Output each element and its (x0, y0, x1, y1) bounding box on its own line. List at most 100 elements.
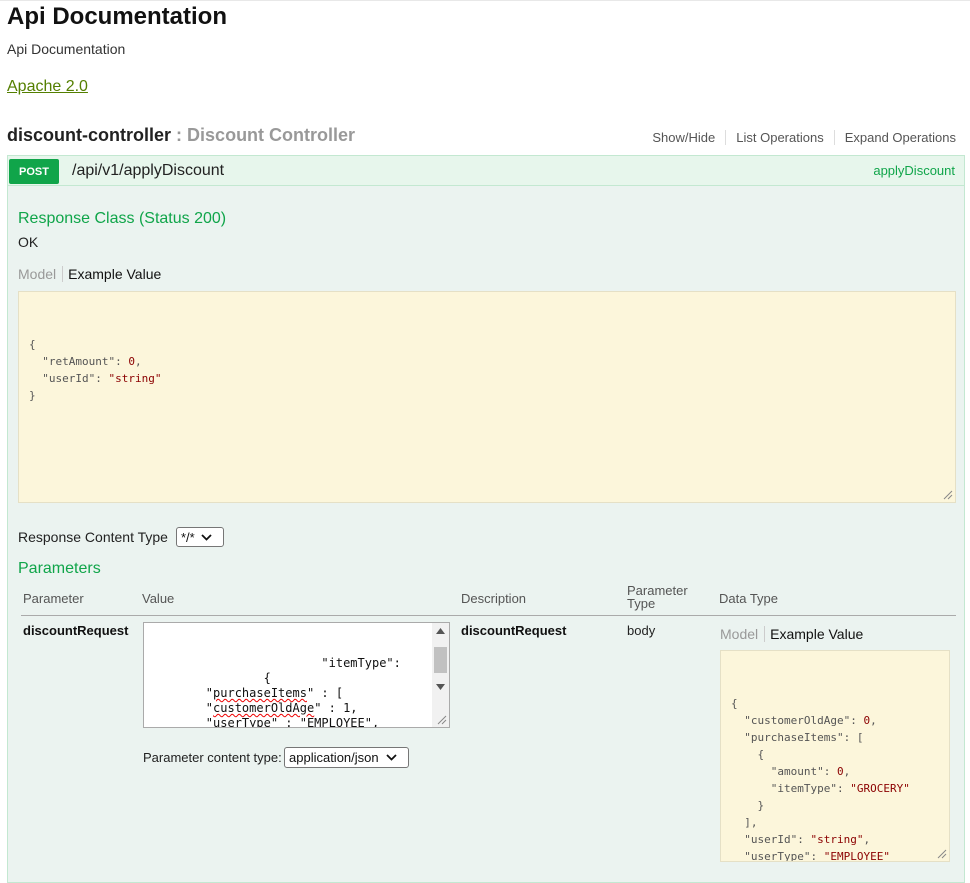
param-example-token: "amount": (731, 765, 837, 778)
response-example-line: } (29, 387, 945, 404)
col-value: Value (142, 591, 175, 606)
page-title: Api Documentation (7, 3, 227, 30)
expand-operations-link[interactable]: Expand Operations (835, 130, 956, 145)
table-divider (21, 615, 956, 616)
operation-heading[interactable]: POST /api/v1/applyDiscount applyDiscount (8, 156, 964, 186)
controller-heading[interactable]: discount-controller : Discount Controlle… (7, 125, 355, 146)
param-example-token: , (870, 714, 877, 727)
param-value-line: { (148, 671, 445, 686)
scroll-up-icon[interactable] (436, 628, 445, 634)
param-value-line: "purchaseItems" : [ (148, 686, 445, 701)
param-value-line: "itemType": (148, 656, 445, 671)
operation-nickname[interactable]: applyDiscount (873, 163, 955, 178)
param-model-tab[interactable]: Model (720, 626, 766, 642)
param-value-textarea[interactable]: "itemType": { "purchaseItems" : [ "custo… (143, 622, 450, 728)
resize-grip-icon[interactable] (937, 849, 947, 859)
show-hide-link[interactable]: Show/Hide (642, 130, 727, 145)
param-example-token: "customerOldAge": (731, 714, 864, 727)
param-example-line: "amount": 0, (731, 763, 939, 780)
param-value-token: userType (213, 716, 271, 728)
param-example-token: { (731, 697, 738, 710)
param-example-token: "EMPLOYEE" (823, 850, 890, 862)
param-example-token: , (843, 765, 851, 778)
response-example-token: , (134, 355, 142, 368)
page-subtitle: Api Documentation (7, 41, 126, 57)
param-value-token: " (148, 716, 214, 728)
param-example-token: , (863, 833, 871, 846)
model-tab[interactable]: Model (18, 266, 64, 282)
param-content-type-value: application/json (289, 750, 379, 765)
response-example-token: "string" (108, 372, 162, 385)
param-example-line: { (731, 746, 939, 763)
col-parameter: Parameter (23, 591, 84, 606)
param-value-line: "customerOldAge" : 1, (148, 701, 445, 716)
param-example-line: } (731, 797, 939, 814)
response-example-token: { (29, 338, 36, 351)
operation-panel: POST /api/v1/applyDiscount applyDiscount… (7, 155, 965, 883)
param-content-type-select[interactable]: application/json (284, 747, 409, 768)
param-type: body (627, 623, 656, 638)
param-example-token: "string" (810, 833, 864, 846)
col-parameter-type: Parameter Type (627, 583, 688, 611)
parameters-heading: Parameters (18, 560, 101, 577)
response-example-line: "retAmount": 0, (29, 353, 945, 370)
scroll-down-icon[interactable] (436, 684, 445, 690)
param-value-line: "userType" : "EMPLOYEE", (148, 716, 445, 728)
chevron-down-icon (201, 533, 212, 541)
param-value-token: customerOldAge (213, 701, 315, 715)
response-content-type-select[interactable]: */* (176, 527, 224, 547)
param-example-token: "userType": (731, 850, 824, 862)
param-value-token: " : 1, (314, 701, 358, 715)
response-content-type-label: Response Content Type (18, 529, 168, 545)
param-value-token: " (148, 701, 214, 715)
param-example-token: 0 (836, 765, 844, 778)
resize-grip-icon[interactable] (943, 490, 953, 500)
param-example-value-tab[interactable]: Example Value (765, 626, 863, 642)
param-example-token: } (731, 799, 765, 812)
param-example-token: ], (731, 816, 758, 829)
response-class-heading: Response Class (Status 200) (18, 210, 227, 227)
param-value-token: purchaseItems (213, 686, 307, 700)
param-description: discountRequest (461, 623, 567, 638)
response-example-token: 0 (128, 355, 135, 368)
list-operations-link[interactable]: List Operations (726, 130, 835, 145)
param-example-line: { (731, 695, 939, 712)
response-example-line: "userId": "string" (29, 370, 945, 387)
param-value-token: "itemType": (148, 656, 401, 670)
param-example-line: "purchaseItems": [ (731, 729, 939, 746)
param-content-type-label: Parameter content type: (143, 750, 282, 765)
controller-actions: Show/Hide List Operations Expand Operati… (642, 130, 956, 145)
http-method-badge[interactable]: POST (9, 159, 59, 184)
scrollbar-thumb[interactable] (434, 647, 447, 673)
param-value-token: { (148, 671, 271, 685)
param-value-token: " (148, 686, 214, 700)
license-link[interactable]: Apache 2.0 (7, 78, 88, 96)
param-example-token: "GROCERY" (850, 782, 910, 795)
param-example-line: "userId": "string", (731, 831, 939, 848)
param-model-tabs: Model Example Value (720, 626, 863, 642)
param-example-line: "itemType": "GROCERY" (731, 780, 939, 797)
resize-grip-icon[interactable] (437, 715, 447, 725)
col-description: Description (461, 591, 527, 606)
param-example-token: "purchaseItems": [ (731, 731, 864, 744)
response-example-token: } (29, 389, 36, 402)
controller-description: Discount Controller (187, 125, 356, 145)
response-example-snippet[interactable]: { "retAmount": 0, "userId": "string"} (18, 291, 956, 503)
response-content-type-value: */* (181, 529, 195, 545)
response-example-token: "retAmount": (29, 355, 129, 368)
param-value-token: " : "EMPLOYEE", (270, 716, 380, 728)
response-model-tabs: Model Example Value (18, 266, 161, 282)
param-example-token: "userId": (731, 833, 811, 846)
response-example-line: { (29, 336, 945, 353)
param-example-token: { (731, 748, 765, 761)
response-class-value: OK (18, 234, 39, 250)
textarea-scrollbar[interactable] (432, 623, 449, 727)
chevron-down-icon (385, 754, 397, 761)
param-example-snippet[interactable]: { "customerOldAge": 0, "purchaseItems": … (720, 650, 950, 862)
operation-path[interactable]: /api/v1/applyDiscount (72, 162, 224, 180)
param-example-line: "customerOldAge": 0, (731, 712, 939, 729)
controller-separator: : (176, 125, 183, 145)
controller-name[interactable]: discount-controller (7, 125, 171, 145)
example-value-tab[interactable]: Example Value (63, 266, 161, 282)
param-example-line: "userType": "EMPLOYEE" (731, 848, 939, 862)
